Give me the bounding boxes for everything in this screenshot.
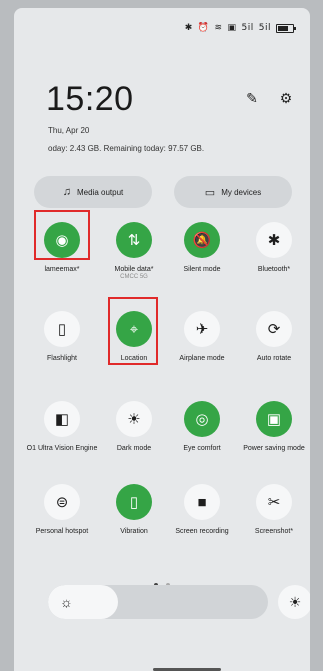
tile-flashlight[interactable]: ▯ Flashlight: [26, 311, 98, 363]
highlight-box-wifi: [34, 210, 90, 260]
rotate-icon: ⟳: [267, 321, 281, 338]
monitor-icon: ▭: [204, 186, 216, 199]
mobile-data-toggle[interactable]: ⇅: [116, 222, 152, 258]
tile-label: Auto rotate: [256, 355, 292, 362]
tile-vibration[interactable]: ▯ Vibration: [98, 484, 170, 536]
hotspot-toggle[interactable]: ⊜: [44, 484, 80, 520]
my-devices-button[interactable]: ▭ My devices: [174, 176, 292, 208]
status-bar: ✱ ⏰ ≋ ▣ 5il 5il: [184, 22, 296, 34]
ultra-vision-toggle[interactable]: ◧: [44, 401, 80, 437]
tile-label: Flashlight: [47, 355, 77, 362]
hotspot-icon: ⊜: [55, 494, 69, 511]
vision-engine-icon: ◧: [54, 411, 70, 428]
alarm-icon: ⏰: [197, 23, 210, 33]
tile-silent-mode[interactable]: 🔕 Silent mode: [166, 222, 238, 274]
signal-2-icon: 5il: [258, 23, 271, 33]
tile-label: O1 Ultra Vision Engine: [26, 445, 98, 452]
vibration-toggle[interactable]: ▯: [116, 484, 152, 520]
tile-label: Personal hotspot: [35, 528, 89, 535]
music-note-icon: ♫: [62, 186, 71, 198]
tile-label: Bluetooth*: [257, 266, 291, 273]
tile-power-saving[interactable]: ▣ Power saving mode: [238, 401, 310, 453]
vibration-icon: ▯: [129, 494, 139, 511]
auto-brightness-icon: ☀: [288, 593, 302, 610]
tile-label: lameemax*: [44, 266, 80, 273]
mobile-data-icon: ⇅: [127, 232, 141, 249]
battery-icon: [276, 23, 296, 33]
tile-label: Silent mode: [183, 266, 221, 273]
my-devices-label: My devices: [221, 187, 262, 197]
tile-label: Dark mode: [116, 445, 152, 452]
video-camera-icon: ■: [197, 493, 207, 511]
tile-sublabel: CMCC 5G: [120, 274, 148, 280]
auto-brightness-button[interactable]: ☀: [278, 585, 310, 619]
flashlight-toggle[interactable]: ▯: [44, 311, 80, 347]
eye-comfort-toggle[interactable]: ◎: [184, 401, 220, 437]
airplane-icon: ✈: [195, 321, 209, 338]
edit-icon[interactable]: ✎: [244, 90, 260, 106]
airplane-toggle[interactable]: ✈: [184, 311, 220, 347]
tile-screen-recording[interactable]: ■ Screen recording: [166, 484, 238, 536]
tile-screenshot[interactable]: ✂ Screenshot*: [238, 484, 310, 536]
tile-bluetooth[interactable]: ✱ Bluetooth*: [238, 222, 310, 274]
tile-eye-comfort[interactable]: ◎ Eye comfort: [166, 401, 238, 453]
signal-1-icon: 5il: [241, 23, 254, 33]
tile-auto-rotate[interactable]: ⟳ Auto rotate: [238, 311, 310, 363]
date-label: Thu, Apr 20: [48, 126, 90, 135]
tile-label: Screen recording: [175, 528, 229, 535]
brightness-slider-fill: [48, 585, 119, 619]
auto-rotate-toggle[interactable]: ⟳: [256, 311, 292, 347]
screenshot-toggle[interactable]: ✂: [256, 484, 292, 520]
clock: 15:20: [46, 80, 134, 118]
tile-ultra-vision[interactable]: ◧ O1 Ultra Vision Engine: [26, 401, 98, 453]
media-output-button[interactable]: ♫ Media output: [34, 176, 152, 208]
gear-icon[interactable]: ⚙: [278, 90, 294, 106]
data-usage-label: oday: 2.43 GB. Remaining today: 97.57 GB…: [48, 144, 205, 153]
data-icon: ▣: [227, 23, 237, 33]
bluetooth-toggle[interactable]: ✱: [256, 222, 292, 258]
flashlight-icon: ▯: [57, 321, 67, 338]
tile-dark-mode[interactable]: ☀ Dark mode: [98, 401, 170, 453]
highlight-box-location: [108, 297, 158, 365]
nfc-icon: ✱: [184, 23, 193, 33]
tile-mobile-data[interactable]: ⇅ Mobile data* CMCC 5G: [98, 222, 170, 281]
media-output-label: Media output: [76, 187, 124, 197]
tile-airplane[interactable]: ✈ Airplane mode: [166, 311, 238, 363]
battery-saver-icon: ▣: [266, 411, 282, 428]
tile-label: Vibration: [120, 528, 148, 535]
tile-label: Power saving mode: [243, 445, 305, 452]
brightness-slider[interactable]: ☼: [48, 585, 268, 619]
dark-mode-icon: ☀: [127, 411, 141, 428]
tile-label: Screenshot*: [254, 528, 294, 535]
bell-off-icon: 🔕: [192, 232, 212, 249]
screen-recording-toggle[interactable]: ■: [184, 484, 220, 520]
tile-label: Mobile data*: [114, 266, 154, 273]
control-center-panel: ✱ ⏰ ≋ ▣ 5il 5il 15:20 ✎ ⚙ Thu, Apr 20 od…: [14, 8, 310, 671]
sun-icon: ☼: [60, 594, 73, 610]
tile-label: Airplane mode: [179, 355, 225, 362]
tile-hotspot[interactable]: ⊜ Personal hotspot: [26, 484, 98, 536]
wifi-icon: ≋: [214, 23, 223, 33]
bluetooth-icon: ✱: [267, 232, 281, 249]
silent-mode-toggle[interactable]: 🔕: [184, 222, 220, 258]
screenshot-icon: ✂: [267, 494, 281, 511]
eye-icon: ◎: [195, 411, 209, 428]
power-saving-toggle[interactable]: ▣: [256, 401, 292, 437]
tile-label: Eye comfort: [183, 445, 221, 452]
dark-mode-toggle[interactable]: ☀: [116, 401, 152, 437]
